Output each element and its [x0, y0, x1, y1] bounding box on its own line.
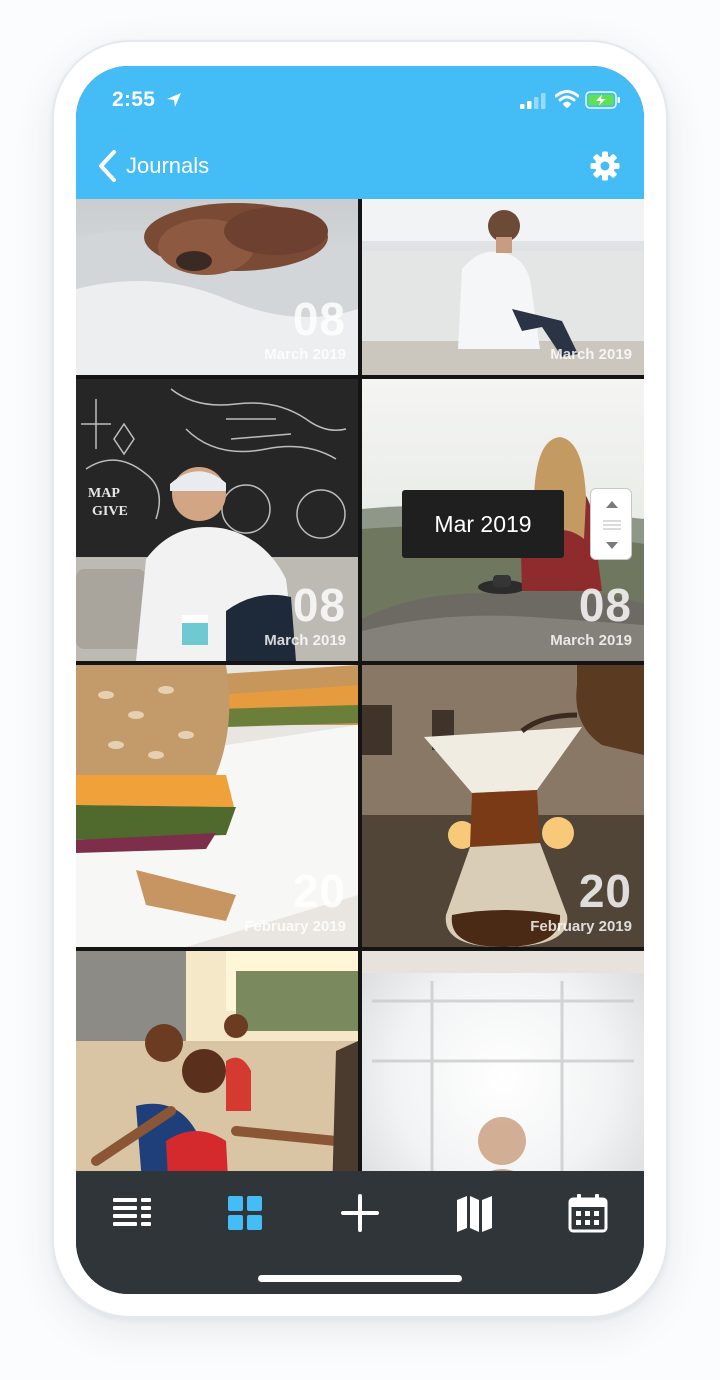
add-icon[interactable] — [338, 1191, 382, 1235]
app-screen: 2:55 Journals 08 March 2019 March 2019 M… — [76, 66, 644, 1294]
wifi-icon — [555, 90, 579, 108]
photo-month: March 2019 — [550, 346, 632, 363]
home-indicator — [258, 1275, 462, 1282]
photo-day: 20 — [292, 865, 346, 917]
photo-tile-coffee[interactable]: 20 February 2019 — [362, 665, 644, 947]
back-label: Journals — [126, 153, 210, 178]
gear-icon[interactable] — [589, 150, 621, 182]
photo-month: March 2019 — [550, 632, 632, 649]
photo-month: March 2019 — [264, 346, 346, 363]
photo-tile-dog[interactable]: 08 March 2019 — [76, 199, 358, 375]
battery-icon — [585, 91, 620, 109]
photo-month: March 2019 — [264, 632, 346, 649]
photo-tile-window[interactable] — [362, 951, 644, 1171]
photo-day: 08 — [578, 579, 632, 631]
nav-bar: Journals — [76, 136, 644, 199]
photo-day: 08 — [292, 579, 346, 631]
scroll-date-tooltip: Mar 2019 — [402, 490, 564, 558]
map-icon[interactable] — [452, 1191, 496, 1235]
back-button[interactable]: Journals — [96, 148, 209, 184]
fast-scroll-handle[interactable] — [590, 488, 632, 560]
scroll-handle-icon — [603, 501, 621, 549]
photo-tile-man-sea[interactable]: March 2019 — [362, 199, 644, 375]
timeline-icon[interactable] — [110, 1191, 154, 1235]
status-time: 2:55 — [112, 88, 156, 111]
photo-tile-children[interactable] — [76, 951, 358, 1171]
grid-icon[interactable] — [223, 1191, 267, 1235]
svg-text:MAP: MAP — [88, 486, 120, 501]
photo-grid: 08 March 2019 March 2019 MAP GIVE 08 Mar… — [76, 199, 644, 1171]
header: 2:55 Journals — [76, 66, 644, 199]
window-photo — [362, 951, 644, 1171]
cellular-signal-icon — [520, 93, 546, 109]
photo-month: February 2019 — [244, 918, 346, 935]
svg-text:GIVE: GIVE — [92, 504, 128, 519]
location-arrow-icon — [167, 93, 181, 107]
children-photo — [76, 951, 358, 1171]
status-bar: 2:55 — [76, 66, 644, 136]
photo-tile-man-map[interactable]: MAP GIVE 08 March 2019 — [76, 379, 358, 661]
photo-day: 08 — [292, 293, 346, 345]
photo-day: 20 — [578, 865, 632, 917]
chevron-left-icon — [99, 150, 116, 182]
photo-tile-sandwich[interactable]: 20 February 2019 — [76, 665, 358, 947]
photo-month: February 2019 — [530, 918, 632, 935]
calendar-icon[interactable] — [566, 1191, 610, 1235]
